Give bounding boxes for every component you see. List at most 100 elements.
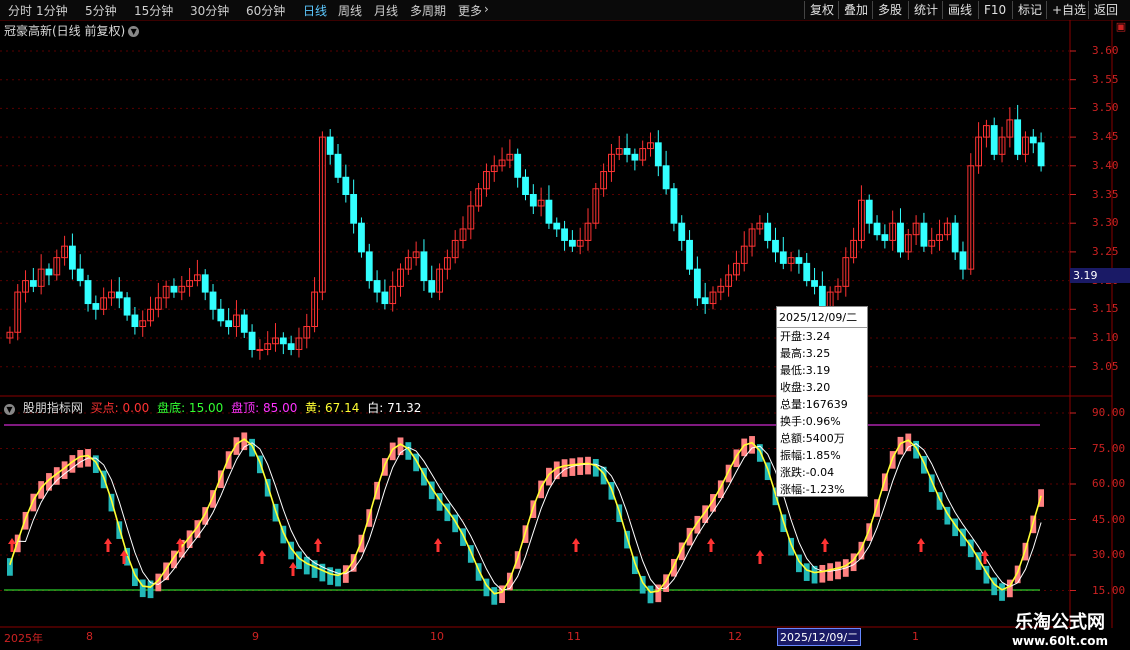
candle-body [84, 280, 92, 305]
candle-body [811, 280, 818, 287]
yellow-line [9, 438, 1042, 595]
candle-body [428, 280, 436, 293]
candle-body [623, 148, 631, 155]
indicator-name: 股朋指标网 [22, 401, 83, 415]
candle-body [803, 262, 811, 282]
panel-settings-icon[interactable]: ▣ [1112, 20, 1130, 34]
indicator-bar [803, 563, 810, 581]
candle-body [654, 142, 662, 167]
candle-body [248, 331, 256, 350]
candle-body [358, 222, 365, 253]
watermark-url: www.60lt.com [1011, 634, 1109, 648]
candle-body [342, 176, 350, 195]
y-label: 3.45 [1092, 130, 1119, 144]
candle-body [326, 136, 334, 155]
candle-body [115, 291, 123, 299]
tooltip-amplitude: 振幅:1.85% [780, 449, 841, 462]
candle-body [545, 199, 553, 224]
x-axis: 2025年 8 9 10 11 12 2025/12/09/二 1 [0, 628, 980, 646]
buy-arrow-icon [104, 538, 112, 552]
tooltip-open: 开盘:3.24 [780, 330, 831, 343]
bottom-label: 盘底: 15.00 [157, 401, 224, 415]
candle-body [529, 194, 537, 207]
candle-body [350, 194, 358, 224]
candle-body [420, 251, 428, 282]
candle-body [662, 165, 670, 190]
candle-body [1014, 119, 1022, 155]
tooltip-date: 2025/12/09/二 [777, 307, 867, 328]
x-label-jan: 1 [912, 630, 919, 643]
current-price-tag: 3.19 [1070, 268, 1130, 283]
y-label: 3.25 [1092, 244, 1119, 258]
candle-body [1029, 136, 1037, 144]
buy-arrow-icon [917, 538, 925, 552]
candle-tooltip: 2025/12/09/二 开盘:3.24 最高:3.25 最低:3.19 收盘:… [776, 306, 868, 497]
candle-body [701, 297, 709, 305]
x-label-selected-date: 2025/12/09/二 [777, 628, 862, 646]
indicator-bar [999, 583, 1005, 601]
y-label: 3.10 [1092, 331, 1119, 344]
x-label-aug: 8 [86, 630, 93, 643]
tooltip-low: 最低:3.19 [780, 364, 831, 377]
candle-body [225, 320, 233, 328]
tooltip-close: 收盘:3.20 [780, 381, 831, 394]
candle-body [631, 153, 639, 161]
candle-body [201, 274, 209, 293]
candle-body [45, 268, 53, 276]
indicator-bar [335, 568, 341, 587]
y-label: 60.00 [1092, 477, 1126, 490]
candle-body [256, 348, 264, 351]
candle-body [881, 234, 889, 241]
candle-body [170, 285, 178, 293]
y-label: 3.60 [1092, 44, 1119, 57]
chart-canvas [0, 20, 1113, 628]
candle-body [287, 343, 295, 350]
tooltip-volume: 总量:167639 [780, 398, 848, 411]
candle-body [678, 222, 686, 241]
buy-arrow-icon [821, 538, 829, 552]
indicator-bar [491, 587, 498, 605]
y-label: 45.00 [1092, 512, 1126, 526]
indicator-bar [577, 457, 584, 475]
x-label-sep: 9 [252, 630, 259, 643]
candle-body [373, 280, 381, 293]
candle-body [764, 222, 772, 241]
candle-body [279, 337, 287, 345]
candle-body [959, 251, 967, 270]
chevron-down-icon[interactable]: ▼ [4, 404, 15, 415]
candle-body [68, 245, 76, 270]
indicator-bar [647, 585, 654, 604]
candle-body [217, 308, 225, 322]
y-label: 3.05 [1092, 359, 1119, 373]
y-label: 15.00 [1092, 583, 1126, 597]
indicator-bar [561, 459, 568, 477]
indicator-bar [389, 442, 396, 461]
buy-arrow-icon [258, 550, 266, 564]
y-label: 90.00 [1092, 406, 1126, 419]
buy-arrow-icon [434, 538, 442, 552]
candle-body [123, 297, 131, 316]
indicator-title[interactable]: ▼ 股朋指标网 买点: 0.00 盘底: 15.00 盘顶: 85.00 黄: … [4, 399, 425, 416]
candle-body [990, 125, 998, 155]
y-label: 3.15 [1092, 302, 1119, 316]
buy-arrow-icon [289, 562, 297, 576]
x-label-oct: 10 [430, 630, 444, 643]
candle-body [209, 291, 217, 310]
indicator-bar [631, 556, 638, 575]
y-label: 3.55 [1092, 72, 1119, 86]
indicator-bar [358, 534, 365, 553]
candle-body [795, 257, 803, 264]
y-label: 75.00 [1092, 441, 1126, 455]
candle-body [772, 239, 779, 253]
indicator-bar [827, 563, 834, 581]
buy-label: 买点: 0.00 [90, 401, 150, 415]
tooltip-change: 涨跌:-0.04 [780, 466, 835, 479]
candle-body [686, 239, 693, 270]
buy-arrow-icon [314, 538, 322, 552]
x-label-nov: 11 [567, 630, 581, 643]
candle-body [76, 268, 84, 282]
y-label: 30.00 [1092, 548, 1126, 561]
buy-arrow-icon [707, 538, 715, 552]
candle-body [334, 153, 342, 178]
candle-body [240, 314, 248, 333]
